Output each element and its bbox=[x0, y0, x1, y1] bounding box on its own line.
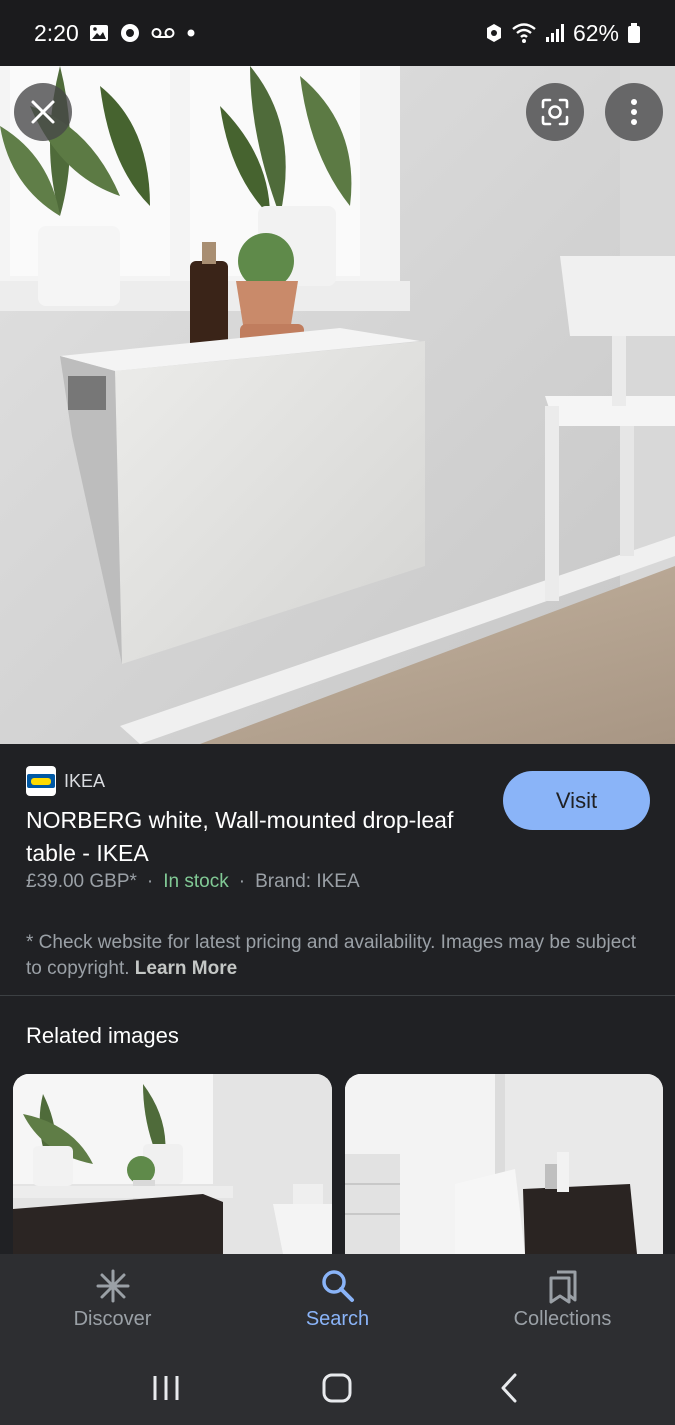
more-vert-icon bbox=[631, 99, 637, 125]
more-options-button[interactable] bbox=[605, 83, 663, 141]
system-navigation-bar bbox=[0, 1350, 675, 1425]
stock-status: In stock bbox=[163, 871, 229, 892]
dot-icon bbox=[185, 27, 197, 39]
nav-item-collections[interactable]: Collections bbox=[450, 1254, 675, 1350]
close-button[interactable] bbox=[14, 83, 72, 141]
learn-more-link[interactable]: Learn More bbox=[135, 958, 237, 979]
result-title[interactable]: NORBERG white, Wall-mounted drop-leaf ta… bbox=[26, 804, 466, 870]
battery-percent: 62% bbox=[572, 19, 619, 46]
status-bar: 2:20 62% bbox=[0, 0, 675, 66]
wifi-icon bbox=[511, 22, 537, 44]
related-image-1[interactable] bbox=[13, 1074, 332, 1254]
back-button[interactable] bbox=[479, 1358, 539, 1418]
disclaimer-text: * Check website for latest pricing and a… bbox=[26, 932, 637, 979]
collections-icon bbox=[549, 1270, 576, 1304]
back-icon bbox=[501, 1373, 517, 1402]
visit-button[interactable]: Visit bbox=[503, 771, 650, 830]
brand: Brand: IKEA bbox=[255, 871, 360, 892]
nav-item-discover[interactable]: Discover bbox=[0, 1254, 225, 1350]
status-left: 2:20 bbox=[34, 20, 197, 47]
battery-icon bbox=[627, 22, 641, 44]
divider bbox=[0, 995, 675, 996]
home-button[interactable] bbox=[307, 1358, 367, 1418]
recents-icon bbox=[153, 1375, 179, 1400]
product-image[interactable] bbox=[0, 66, 675, 744]
status-time: 2:20 bbox=[34, 19, 79, 46]
search-icon bbox=[321, 1270, 354, 1302]
source-name: IKEA bbox=[64, 770, 106, 791]
recents-button[interactable] bbox=[136, 1358, 196, 1418]
home-icon bbox=[322, 1373, 352, 1402]
meta-separator: · bbox=[238, 871, 246, 892]
room-scene-illustration bbox=[0, 66, 675, 744]
lens-icon bbox=[541, 98, 569, 126]
result-meta: £39.00 GBP* · In stock · Brand: IKEA bbox=[26, 871, 360, 893]
nav-item-search[interactable]: Search bbox=[225, 1254, 450, 1350]
related-image-2[interactable] bbox=[345, 1074, 663, 1254]
signal-icon bbox=[545, 23, 565, 43]
close-icon bbox=[31, 100, 55, 124]
meta-separator: · bbox=[146, 871, 154, 892]
ikea-favicon-icon bbox=[26, 766, 56, 796]
nav-label-collections: Collections bbox=[513, 1308, 612, 1330]
lens-button[interactable] bbox=[526, 83, 584, 141]
status-right: 62% bbox=[485, 20, 641, 47]
source-row[interactable]: IKEA bbox=[26, 766, 105, 796]
nav-label-search: Search bbox=[305, 1308, 370, 1330]
disclaimer: * Check website for latest pricing and a… bbox=[26, 930, 646, 982]
google-image-result-page: 2:20 62% IKEA NORBERG white, Wall-mounte… bbox=[0, 0, 675, 1425]
related-image-2-thumbnail bbox=[345, 1074, 663, 1254]
gallery-icon bbox=[89, 23, 109, 43]
related-images-heading: Related images bbox=[26, 1023, 179, 1048]
bixby-icon bbox=[119, 22, 141, 44]
bottom-navigation: Discover Search Collections bbox=[0, 1254, 675, 1350]
related-image-1-thumbnail bbox=[13, 1074, 332, 1254]
result-info-panel: IKEA NORBERG white, Wall-mounted drop-le… bbox=[0, 744, 675, 996]
price: £39.00 GBP* bbox=[26, 871, 137, 892]
data-saver-icon bbox=[485, 22, 503, 44]
nav-label-discover: Discover bbox=[73, 1308, 152, 1330]
asterisk-icon bbox=[96, 1269, 129, 1303]
voicemail-icon bbox=[151, 26, 175, 40]
